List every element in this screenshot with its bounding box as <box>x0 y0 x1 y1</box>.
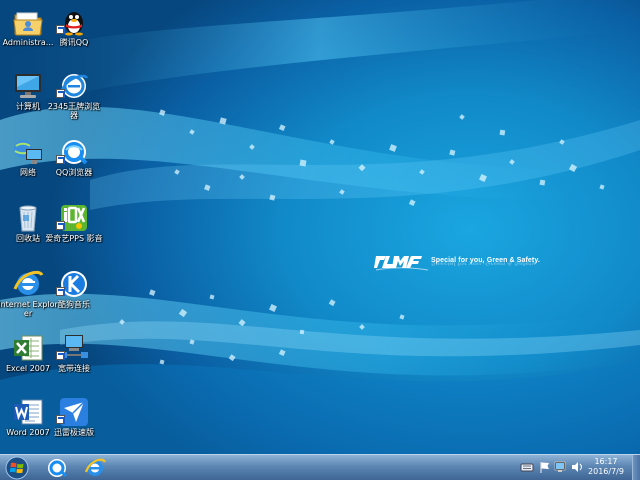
desktop-icon-administrator[interactable]: Administra... <box>2 2 54 62</box>
desktop-icon-broadband[interactable]: 宽带连接 <box>48 328 100 388</box>
network-tray-icon[interactable] <box>554 459 568 475</box>
taskbar-pin-internet-explorer[interactable] <box>78 456 112 480</box>
shortcut-arrow-icon <box>56 155 65 164</box>
show-desktop-button[interactable] <box>632 455 640 480</box>
ylmf-logo <box>374 256 429 271</box>
taskbar-clock[interactable]: 16:17 2016/7/9 <box>582 457 630 477</box>
internet-explorer-icon <box>84 458 107 476</box>
excel-icon <box>14 335 43 361</box>
desktop-icon-kugou-music[interactable]: 酷狗音乐 <box>48 264 100 324</box>
brand-slogan-reflection: Special for you, Green & Safety. <box>431 261 537 266</box>
desktop-icon-thunder[interactable]: 迅雷极速版 <box>48 392 100 452</box>
desktop-icon-label: 宽带连接 <box>58 364 90 373</box>
taskbar-pin-qq-browser[interactable] <box>40 456 74 480</box>
word-icon <box>14 399 43 425</box>
shortcut-arrow-icon <box>56 415 65 424</box>
shortcut-arrow-icon <box>56 89 65 98</box>
clock-date: 2016/7/9 <box>588 467 624 476</box>
desktop-icon-network[interactable]: 网络 <box>2 132 54 192</box>
desktop-icon-label: 2345王牌浏览器 <box>47 102 101 120</box>
action-center-flag-icon[interactable] <box>538 459 552 475</box>
shortcut-arrow-icon <box>56 221 65 230</box>
desktop-icon-label: 腾讯QQ <box>59 38 89 47</box>
desktop-icon-label: 爱奇艺PPS 影音 <box>45 234 103 243</box>
desktop-icon-qq-browser[interactable]: QQ浏览器 <box>48 132 100 192</box>
desktop-icon-internet-explorer[interactable]: Internet Explorer <box>0 264 58 324</box>
desktop-icon-word[interactable]: Word 2007 <box>2 392 54 452</box>
desktop-icon-label: 酷狗音乐 <box>58 300 90 309</box>
shortcut-arrow-icon <box>56 351 65 360</box>
keyboard-icon[interactable] <box>520 459 534 475</box>
desktop-icon-2345-browser[interactable]: 2345王牌浏览器 <box>48 66 100 126</box>
windows-logo-icon <box>5 456 29 480</box>
desktop-icon-label: 迅雷极速版 <box>54 428 94 437</box>
taskbar: 16:17 2016/7/9 <box>0 454 640 480</box>
qq-browser-icon <box>48 459 68 478</box>
wallpaper-brand: Special for you, Green & Safety. Special… <box>374 250 554 276</box>
internet-explorer-icon <box>13 270 44 295</box>
recycle-bin-icon <box>19 205 37 232</box>
user-folder-icon <box>13 12 43 36</box>
shortcut-arrow-icon <box>56 287 65 296</box>
desktop-icon-label: QQ浏览器 <box>55 168 93 177</box>
desktop-icon-tencent-qq[interactable]: 腾讯QQ <box>48 2 100 62</box>
desktop-icon-excel[interactable]: Excel 2007 <box>2 328 54 388</box>
start-button[interactable] <box>2 456 32 480</box>
clock-time: 16:17 <box>594 457 618 466</box>
network-icon <box>14 140 42 164</box>
desktop[interactable]: Special for you, Green & Safety. Special… <box>0 0 640 454</box>
desktop-icon-recycle-bin[interactable]: 回收站 <box>2 198 54 258</box>
computer-icon <box>15 74 41 98</box>
desktop-icon-iqiyi-pps[interactable]: 爱奇艺PPS 影音 <box>45 198 103 258</box>
shortcut-arrow-icon <box>56 25 65 34</box>
